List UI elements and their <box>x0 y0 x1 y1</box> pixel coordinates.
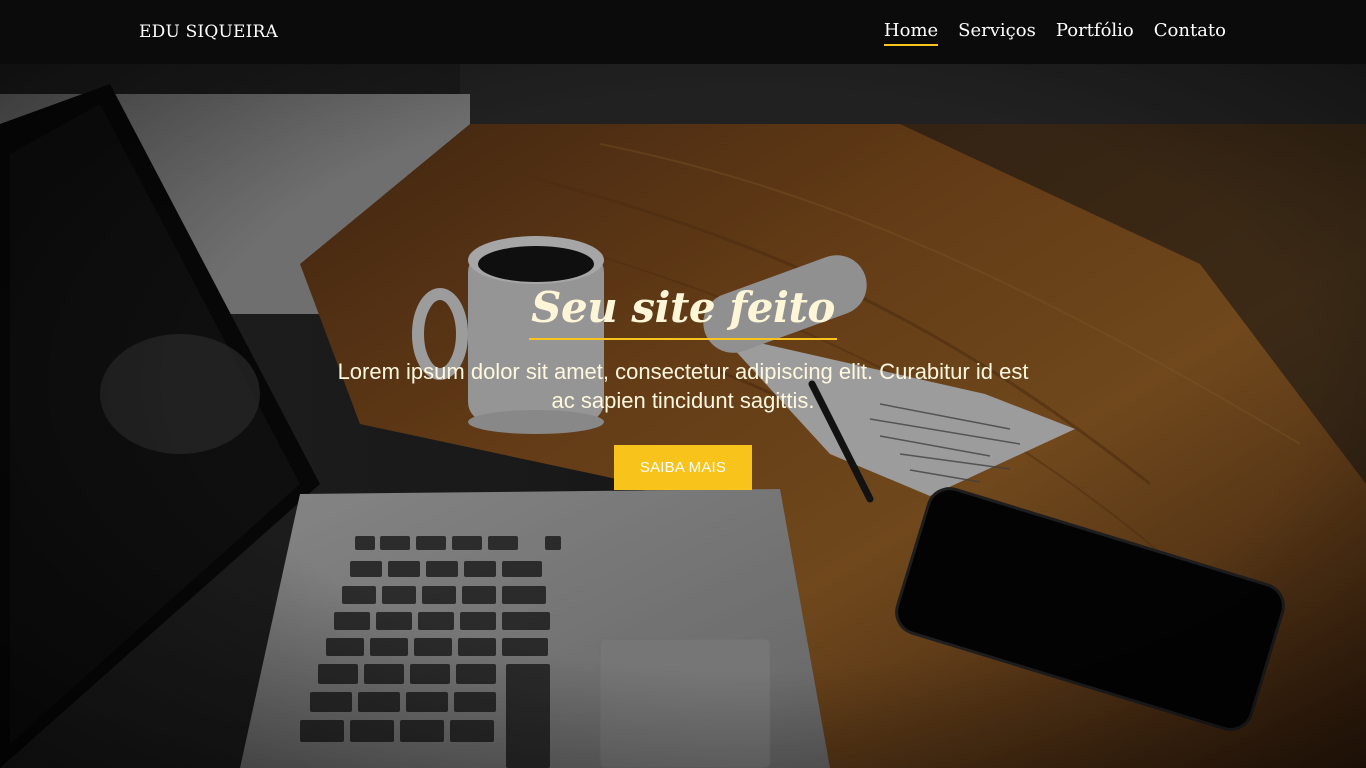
nav-item-servicos[interactable]: Serviços <box>958 19 1036 46</box>
nav-item-portfolio[interactable]: Portfólio <box>1056 19 1134 46</box>
brand-logo[interactable]: EDU SIQUEIRA <box>139 22 278 42</box>
site-header: EDU SIQUEIRA Home Serviços Portfólio Con… <box>0 0 1366 64</box>
hero-content: Seu site feito Lorem ipsum dolor sit ame… <box>0 64 1366 768</box>
nav-item-contato[interactable]: Contato <box>1154 19 1226 46</box>
hero-section: Seu site feito Lorem ipsum dolor sit ame… <box>0 64 1366 768</box>
saiba-mais-button[interactable]: SAIBA MAIS <box>614 445 752 490</box>
main-nav: Home Serviços Portfólio Contato <box>883 19 1226 49</box>
hero-description: Lorem ipsum dolor sit amet, consectetur … <box>337 359 1029 413</box>
nav-item-home[interactable]: Home <box>883 19 939 46</box>
hero-title: Seu site feito <box>529 282 837 340</box>
